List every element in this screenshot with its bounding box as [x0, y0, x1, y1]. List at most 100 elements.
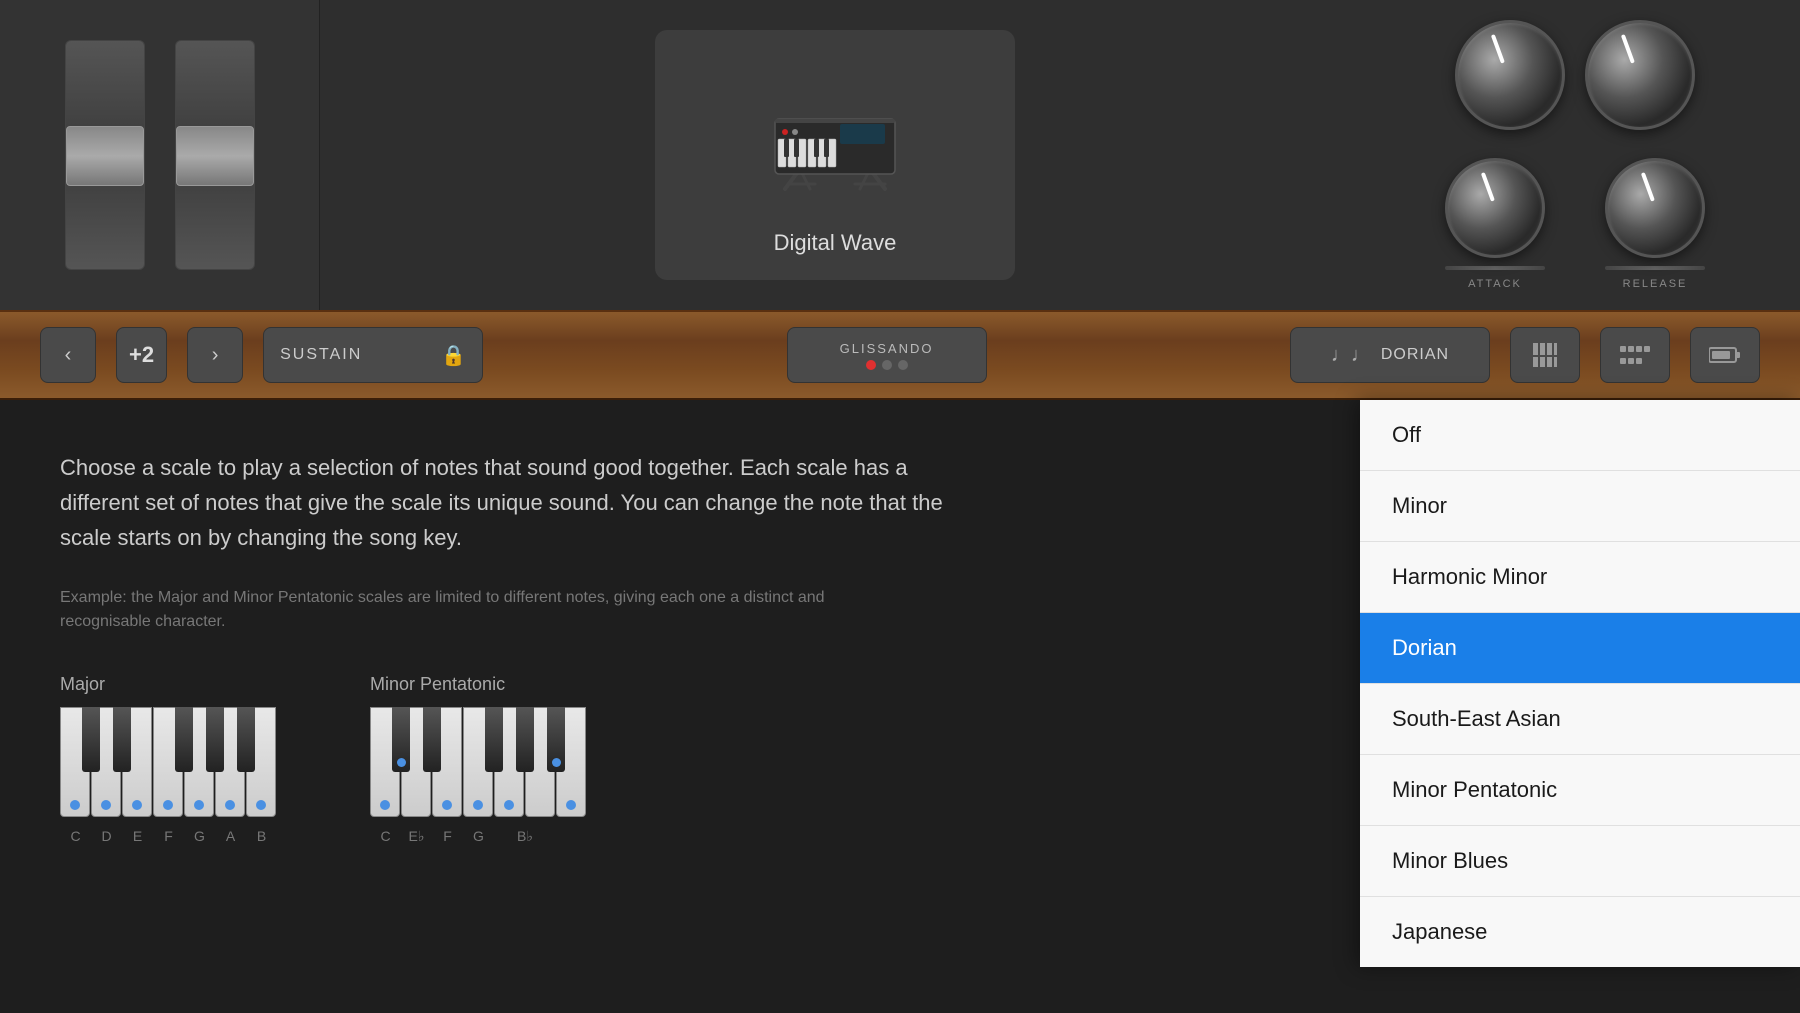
white-key-f[interactable]: [153, 707, 183, 817]
note-label-g: G: [184, 828, 215, 844]
top-section: Digital Wave ATTACK RELEASE: [0, 0, 1800, 310]
major-scale-title: Major: [60, 674, 105, 695]
attack-knob[interactable]: [1445, 158, 1545, 258]
prev-button[interactable]: ‹: [40, 327, 96, 383]
minor-pent-labels: C E♭ F G B♭: [370, 828, 556, 845]
major-note-labels: C D E F G A B: [60, 828, 277, 844]
white-key-e[interactable]: [122, 707, 152, 817]
white-key-c[interactable]: [60, 707, 90, 817]
dropdown-item-southeast-asian[interactable]: South-East Asian: [1360, 684, 1800, 755]
dropdown-item-japanese[interactable]: Japanese: [1360, 897, 1800, 967]
note-label-c: C: [60, 828, 91, 844]
minor-pent-piano: [370, 707, 600, 822]
instrument-name: Digital Wave: [774, 230, 897, 256]
key-dot-c: [70, 800, 80, 810]
piano-grid-icon: [1531, 341, 1559, 369]
key-dot-a: [225, 800, 235, 810]
key-dot-g: [194, 800, 204, 810]
dorian-button[interactable]: ♩♩ DORIAN: [1290, 327, 1490, 383]
instrument-icon: [745, 54, 925, 214]
sustain-label: SUSTAIN: [280, 346, 362, 364]
key-dot-d: [101, 800, 111, 810]
dorian-label: DORIAN: [1381, 346, 1449, 364]
attack-label: ATTACK: [1468, 278, 1522, 290]
white-key-d[interactable]: [91, 707, 121, 817]
battery-button[interactable]: [1690, 327, 1760, 383]
white-key-a[interactable]: [215, 707, 245, 817]
mp-note-label-f: F: [432, 828, 463, 845]
key-dot-e: [132, 800, 142, 810]
release-col: RELEASE: [1605, 158, 1705, 290]
mp-key-dot-g: [504, 800, 514, 810]
glissando-label: GLISSANDO: [840, 341, 934, 356]
slider-handle[interactable]: [66, 126, 144, 186]
dot-gray-2: [898, 360, 908, 370]
dropdown-item-minor-pentatonic[interactable]: Minor Pentatonic: [1360, 755, 1800, 826]
sequencer-icon: [1620, 346, 1650, 364]
mp-white-key-b[interactable]: [556, 707, 586, 817]
note-label-b: B: [246, 828, 277, 844]
dropdown-item-harmonic-minor[interactable]: Harmonic Minor: [1360, 542, 1800, 613]
dropdown-item-minor[interactable]: Minor: [1360, 471, 1800, 542]
scale-dropdown: Off Minor Harmonic Minor Dorian South-Ea…: [1360, 400, 1800, 967]
white-key-b[interactable]: [246, 707, 276, 817]
example-text: Example: the Major and Minor Pentatonic …: [60, 586, 860, 634]
keyboard-svg: [755, 74, 915, 194]
mp-key-dot-f: [473, 800, 483, 810]
dropdown-item-minor-blues[interactable]: Minor Blues: [1360, 826, 1800, 897]
major-piano: [60, 707, 290, 822]
release-label: RELEASE: [1623, 278, 1688, 290]
slider-track-2[interactable]: [175, 40, 255, 270]
note-label-d: D: [91, 828, 122, 844]
mp-white-key-a[interactable]: [525, 707, 555, 817]
mp-key-dot-bb: [566, 800, 576, 810]
minor-pent-title: Minor Pentatonic: [370, 674, 505, 695]
mp-white-key-g[interactable]: [494, 707, 524, 817]
slider-track[interactable]: [65, 40, 145, 270]
toolbar: ‹ +2 › SUSTAIN 🔒 GLISSANDO ♩♩ DORIAN: [0, 310, 1800, 400]
slider-panel: [0, 0, 320, 310]
battery-icon: [1709, 346, 1741, 364]
dropdown-item-dorian[interactable]: Dorian: [1360, 613, 1800, 684]
slider-handle-2[interactable]: [176, 126, 254, 186]
attack-col: ATTACK: [1445, 158, 1545, 290]
note-label-e: E: [122, 828, 153, 844]
white-key-g[interactable]: [184, 707, 214, 817]
minor-pentatonic-demo: Minor Pentatonic: [370, 674, 600, 845]
glissando-button[interactable]: GLISSANDO: [787, 327, 987, 383]
description-text: Choose a scale to play a selection of no…: [60, 450, 960, 556]
dot-red: [866, 360, 876, 370]
note-label-a: A: [215, 828, 246, 844]
mp-note-label-g: G: [463, 828, 494, 845]
mp-note-label-bb: B♭: [494, 828, 556, 845]
note-label-f: F: [153, 828, 184, 844]
dot-gray-1: [882, 360, 892, 370]
mp-white-key-d[interactable]: [401, 707, 431, 817]
right-panel: ATTACK RELEASE: [1350, 0, 1800, 310]
top-left-knob[interactable]: [1455, 20, 1565, 130]
octave-display: +2: [116, 327, 167, 383]
key-dot-f: [163, 800, 173, 810]
top-right-knob[interactable]: [1585, 20, 1695, 130]
mp-white-key-f[interactable]: [463, 707, 493, 817]
mp-key-dot-c: [380, 800, 390, 810]
lock-icon: 🔒: [441, 343, 466, 368]
glissando-dots: [866, 360, 908, 370]
mp-note-label-eb: E♭: [401, 828, 432, 845]
bottom-section: Choose a scale to play a selection of no…: [0, 400, 1800, 1013]
release-knob[interactable]: [1605, 158, 1705, 258]
sequencer-button[interactable]: [1600, 327, 1670, 383]
instrument-card: Digital Wave: [655, 30, 1015, 280]
mp-white-key-c[interactable]: [370, 707, 400, 817]
piano-grid-button[interactable]: [1510, 327, 1580, 383]
mp-key-dot-eb: [442, 800, 452, 810]
mp-white-key-e[interactable]: [432, 707, 462, 817]
mp-note-label-c: C: [370, 828, 401, 845]
sustain-button[interactable]: SUSTAIN 🔒: [263, 327, 483, 383]
music-note-icon: ♩♩: [1331, 344, 1371, 367]
center-panel: Digital Wave: [320, 0, 1350, 310]
key-dot-b: [256, 800, 266, 810]
next-button[interactable]: ›: [187, 327, 243, 383]
major-scale-demo: Major: [60, 674, 290, 844]
dropdown-item-off[interactable]: Off: [1360, 400, 1800, 471]
